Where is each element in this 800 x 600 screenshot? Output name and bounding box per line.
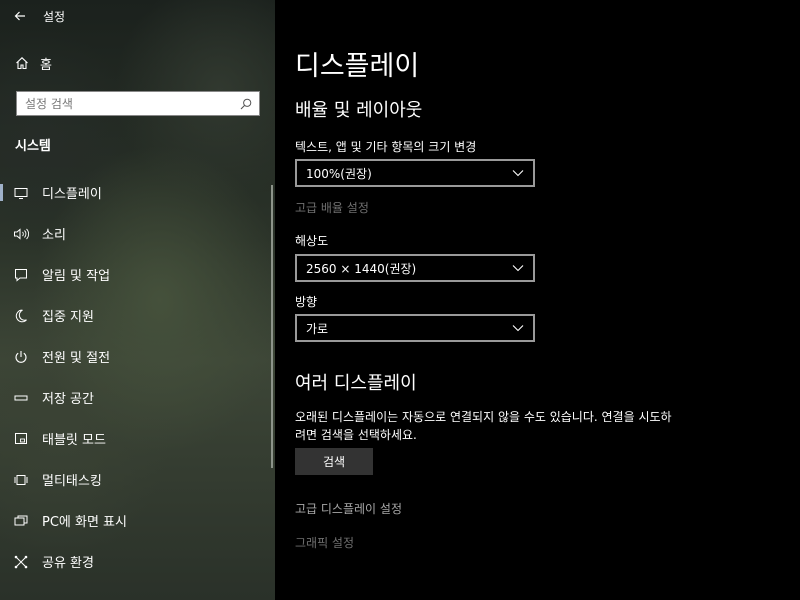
sidebar-item-sound[interactable]: 소리 [0, 213, 275, 254]
sidebar-item-label: 공유 환경 [42, 556, 94, 571]
sidebar-item-label: 알림 및 작업 [42, 269, 111, 284]
page-title: 디스플레이 [295, 51, 420, 82]
chevron-down-icon [512, 325, 524, 332]
speaker-icon [0, 227, 42, 241]
sidebar-item-shared-experiences[interactable]: 공유 환경 [0, 541, 275, 582]
search-box[interactable] [16, 91, 260, 116]
home-icon [0, 56, 44, 70]
multitasking-icon [0, 473, 42, 487]
sidebar-item-storage[interactable]: 저장 공간 [0, 377, 275, 418]
resolution-dropdown[interactable]: 2560 × 1440(권장) [295, 254, 535, 282]
sidebar-nav: 디스플레이 소리 알림 및 작업 집중 지원 전원 및 절전 저장 공간 태블릿… [0, 172, 275, 582]
moon-icon [0, 309, 42, 323]
tablet-mode-icon [0, 432, 42, 446]
orientation-label: 방향 [295, 295, 318, 309]
title-bar: 설정 [0, 0, 275, 32]
sidebar-item-display[interactable]: 디스플레이 [0, 172, 275, 213]
chevron-down-icon [512, 170, 524, 177]
orientation-value: 가로 [306, 321, 329, 336]
project-icon [0, 514, 42, 528]
home-label: 홈 [40, 57, 52, 73]
app-title: 설정 [43, 9, 66, 24]
sidebar-item-project-to-pc[interactable]: PC에 화면 표시 [0, 500, 275, 541]
sidebar-item-label: 디스플레이 [42, 187, 102, 202]
resolution-label: 해상도 [295, 234, 329, 248]
main-content: 디스플레이 배율 및 레이아웃 텍스트, 앱 및 기타 항목의 크기 변경 10… [275, 0, 800, 600]
sidebar-item-tablet-mode[interactable]: 태블릿 모드 [0, 418, 275, 459]
section-title: 시스템 [15, 139, 51, 154]
sidebar-item-notifications[interactable]: 알림 및 작업 [0, 254, 275, 295]
power-icon [0, 350, 42, 364]
sidebar-item-label: 전원 및 절전 [42, 351, 111, 366]
search-input[interactable] [17, 96, 233, 111]
text-size-label: 텍스트, 앱 및 기타 항목의 크기 변경 [295, 140, 477, 154]
home-nav-item[interactable]: 홈 [0, 48, 275, 78]
graphics-settings-link[interactable]: 그래픽 설정 [295, 534, 354, 551]
orientation-dropdown[interactable]: 가로 [295, 314, 535, 342]
back-button[interactable] [0, 0, 40, 32]
sidebar: 설정 홈 시스템 [0, 0, 275, 600]
sidebar-item-label: 저장 공간 [42, 392, 94, 407]
shared-experiences-icon [0, 555, 42, 569]
text-size-value: 100%(권장) [306, 166, 372, 181]
sidebar-item-label: 집중 지원 [42, 310, 94, 325]
advanced-scaling-link[interactable]: 고급 배율 설정 [295, 199, 369, 216]
chevron-down-icon [512, 265, 524, 272]
sidebar-item-label: PC에 화면 표시 [42, 515, 127, 530]
storage-icon [0, 391, 42, 405]
sidebar-item-power-sleep[interactable]: 전원 및 절전 [0, 336, 275, 377]
multiple-displays-description: 오래된 디스플레이는 자동으로 연결되지 않을 수도 있습니다. 연결을 시도하… [295, 410, 672, 442]
sidebar-item-multitasking[interactable]: 멀티태스킹 [0, 459, 275, 500]
text-size-dropdown[interactable]: 100%(권장) [295, 159, 535, 187]
notification-icon [0, 268, 42, 282]
sidebar-item-label: 소리 [42, 228, 66, 243]
resolution-value: 2560 × 1440(권장) [306, 261, 417, 276]
sidebar-item-label: 태블릿 모드 [42, 433, 106, 448]
advanced-display-settings-link[interactable]: 고급 디스플레이 설정 [295, 500, 402, 517]
sidebar-item-focus-assist[interactable]: 집중 지원 [0, 295, 275, 336]
multiple-displays-heading: 여러 디스플레이 [295, 373, 417, 394]
scale-layout-heading: 배율 및 레이아웃 [295, 100, 423, 121]
monitor-icon [0, 186, 42, 200]
settings-window: 설정 홈 시스템 [0, 0, 800, 600]
search-icon[interactable] [233, 98, 259, 110]
sidebar-item-label: 멀티태스킹 [42, 474, 102, 489]
back-arrow-icon [14, 11, 25, 21]
detect-button[interactable]: 검색 [295, 448, 373, 475]
sidebar-scrollbar[interactable] [271, 185, 273, 468]
